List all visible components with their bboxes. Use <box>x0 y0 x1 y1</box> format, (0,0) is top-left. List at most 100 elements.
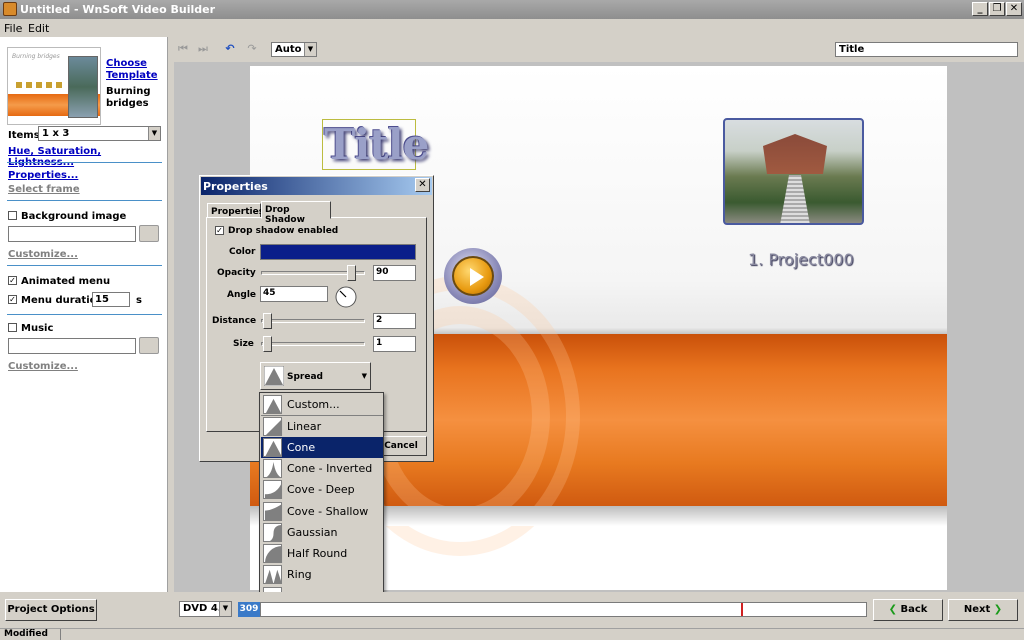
redo-icon[interactable]: ↷ <box>246 43 258 55</box>
close-button[interactable]: ✕ <box>1006 2 1022 16</box>
music-checkbox[interactable] <box>8 323 17 332</box>
cone-icon <box>264 366 284 386</box>
angle-label: Angle <box>227 290 257 300</box>
zoom-value: Auto <box>275 44 302 55</box>
browse-music-button[interactable] <box>139 337 159 354</box>
divider <box>7 200 162 201</box>
customize-music-link[interactable]: Customize... <box>8 361 78 372</box>
distance-label: Distance <box>212 316 257 326</box>
select-frame-link[interactable]: Select frame <box>8 184 80 195</box>
menu-file[interactable]: File <box>4 22 22 35</box>
dropdown-item-cove-deep[interactable]: Cove - Deep <box>261 479 383 500</box>
last-icon[interactable]: ⏭ <box>197 43 209 55</box>
dropdown-item-custom[interactable]: Custom... <box>261 394 383 415</box>
opacity-slider-thumb[interactable] <box>346 265 356 281</box>
color-swatch[interactable] <box>260 244 416 260</box>
title-text-input-value: Title <box>839 44 865 55</box>
spread-dropdown-button[interactable]: Spread ▼ <box>260 362 371 390</box>
next-label: Next <box>963 604 991 615</box>
dropdown-item-label: Cove - Deep <box>287 483 355 497</box>
half-round-icon <box>263 544 283 564</box>
chevron-right-icon: ❯ <box>993 604 1003 615</box>
customize-background-link[interactable]: Customize... <box>8 249 78 260</box>
back-label: Back <box>900 604 928 615</box>
dropdown-item-cone-inverted[interactable]: Cone - Inverted <box>261 458 383 479</box>
dropdown-item-linear[interactable]: Linear <box>261 415 383 437</box>
dropdown-item-label: Cone - Inverted <box>287 461 373 475</box>
cove-deep-icon <box>263 480 283 500</box>
tab-properties[interactable]: Properties <box>207 203 264 218</box>
template-name-1: Burning <box>106 86 151 97</box>
dropdown-item-cone[interactable]: Cone <box>261 436 383 458</box>
zoom-select[interactable]: Auto ▼ <box>271 42 317 57</box>
opacity-label: Opacity <box>217 268 256 278</box>
distance-input[interactable]: 2 <box>373 313 416 329</box>
choose-template-link-2[interactable]: Template <box>106 70 158 81</box>
dropdown-item-label: Ring <box>287 568 312 582</box>
toolbar: ⏮ ⏭ ↶ ↷ Auto ▼ Title <box>169 37 1024 62</box>
template-thumbnail[interactable]: Burning bridges <box>7 47 101 125</box>
first-icon[interactable]: ⏮ <box>177 43 189 55</box>
tab-drop-shadow[interactable]: Drop Shadow <box>261 201 331 225</box>
minimize-button[interactable]: _ <box>972 2 988 16</box>
project-thumbnail[interactable] <box>723 118 864 225</box>
opacity-input[interactable]: 90 <box>373 265 416 281</box>
background-image-checkbox[interactable] <box>8 211 17 220</box>
project-label[interactable]: 1. Project000 <box>748 250 854 269</box>
dialog-title-bar[interactable]: Properties <box>201 177 432 195</box>
angle-input[interactable]: 45 <box>260 286 328 302</box>
dropdown-item-label: Gaussian <box>287 525 338 539</box>
distance-slider-track[interactable] <box>261 319 365 323</box>
capacity-bar <box>260 602 867 617</box>
music-field[interactable] <box>8 338 136 354</box>
status-divider <box>60 629 61 640</box>
background-image-field[interactable] <box>8 226 136 242</box>
window-title-bar: Untitled - WnSoft Video Builder _ ❐ ✕ <box>0 0 1024 19</box>
distance-slider-thumb[interactable] <box>263 313 272 329</box>
choose-template-link-1[interactable]: Choose <box>106 58 147 69</box>
dropdown-item-ring[interactable]: Ring <box>261 564 383 585</box>
menu-edit[interactable]: Edit <box>28 22 49 35</box>
menu-duration-unit: s <box>136 295 142 306</box>
title-text-input[interactable]: Title <box>835 42 1018 57</box>
items-select[interactable]: 1 x 3 ▼ <box>38 126 161 141</box>
menu-duration-checkbox[interactable]: ✓ <box>8 295 17 304</box>
animated-menu-checkbox[interactable]: ✓ <box>8 276 17 285</box>
angle-dial-icon[interactable] <box>334 285 358 309</box>
background-image-label: Background image <box>21 211 127 222</box>
capacity-used: 309 <box>238 602 260 617</box>
hsl-link[interactable]: Hue, Saturation, Lightness... <box>8 146 167 168</box>
dropdown-item-half-round[interactable]: Half Round <box>261 543 383 564</box>
slide-title[interactable]: Title <box>324 120 429 170</box>
app-icon <box>3 2 17 16</box>
dropdown-item-cove-shallow[interactable]: Cove - Shallow <box>261 501 383 522</box>
restore-button[interactable]: ❐ <box>989 2 1005 16</box>
properties-link[interactable]: Properties... <box>8 170 78 181</box>
distance-value: 2 <box>376 315 383 325</box>
size-slider-track[interactable] <box>261 342 365 346</box>
size-input[interactable]: 1 <box>373 336 416 352</box>
drop-shadow-label: Drop shadow enabled <box>228 226 339 236</box>
undo-icon[interactable]: ↶ <box>224 43 236 55</box>
project-options-button[interactable]: Project Options <box>5 599 97 621</box>
dropdown-item-label: Cone <box>287 440 316 454</box>
thumbnail-buttons <box>16 82 66 88</box>
menu-duration-input[interactable]: 15 <box>92 292 130 307</box>
dialog-title: Properties <box>203 180 268 193</box>
custom-icon <box>263 395 282 414</box>
divider <box>7 314 162 315</box>
status-bar: Modified <box>0 628 1024 640</box>
disc-size-select[interactable]: DVD 4.7 ▼ <box>179 601 232 617</box>
drop-shadow-checkbox[interactable]: ✓ <box>215 226 224 235</box>
browse-background-button[interactable] <box>139 225 159 242</box>
play-button[interactable] <box>444 248 502 304</box>
ring-icon <box>263 565 283 585</box>
back-button[interactable]: ❮ Back <box>873 599 943 621</box>
chevron-down-icon: ▼ <box>148 127 160 140</box>
dropdown-item-label: Half Round <box>287 547 348 561</box>
linear-icon <box>263 417 283 437</box>
next-button[interactable]: Next ❯ <box>948 599 1018 621</box>
dropdown-item-gaussian[interactable]: Gaussian <box>261 522 383 543</box>
size-slider-thumb[interactable] <box>263 336 272 352</box>
dialog-close-button[interactable]: ✕ <box>415 178 430 192</box>
